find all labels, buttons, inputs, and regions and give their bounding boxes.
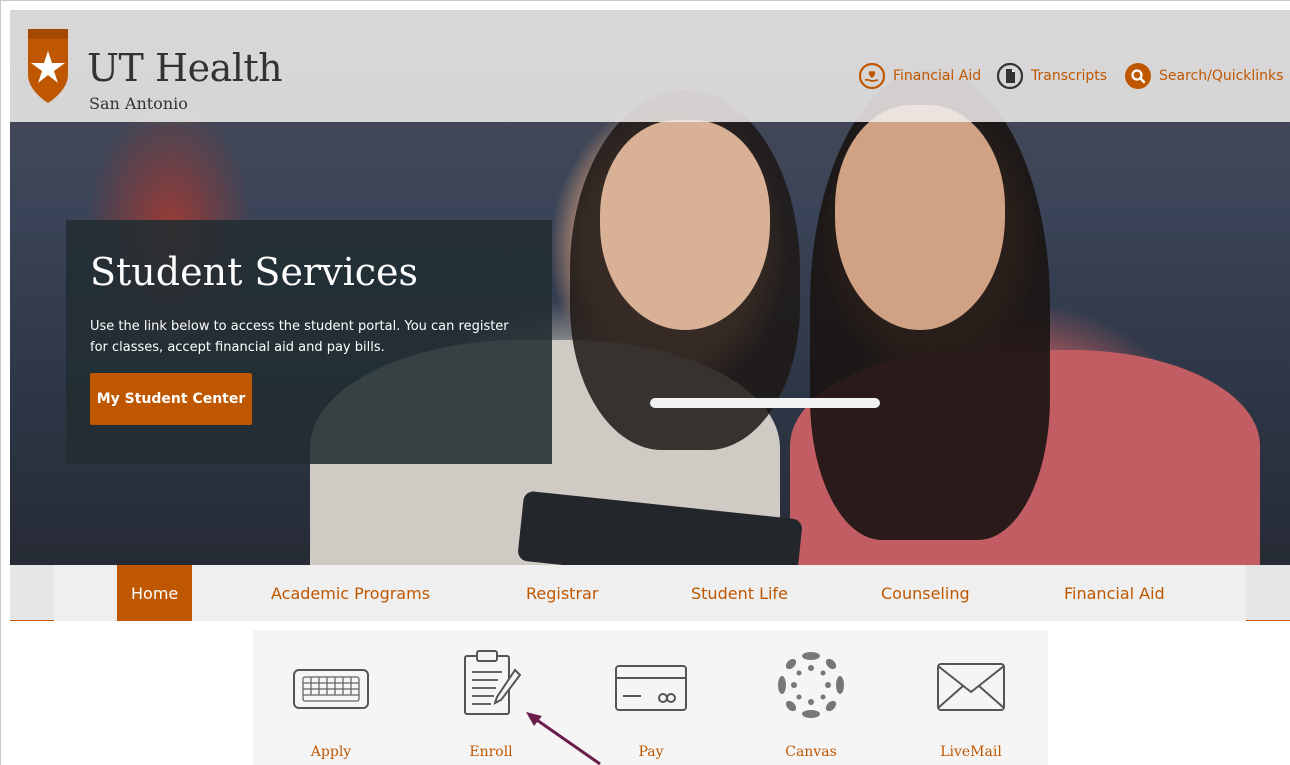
keyboard-icon xyxy=(293,669,369,709)
credit-card-icon xyxy=(615,665,687,711)
transcripts-link[interactable]: Transcripts xyxy=(997,63,1107,89)
photo-shape xyxy=(835,105,1005,330)
nav-item-student-life[interactable]: Student Life xyxy=(691,565,788,621)
nav-item-counseling[interactable]: Counseling xyxy=(881,565,970,621)
photo-shape xyxy=(650,398,880,408)
financial-aid-link[interactable]: Financial Aid xyxy=(859,63,981,89)
main-nav-inner: Home Academic Programs Registrar Student… xyxy=(54,565,1246,621)
envelope-icon xyxy=(937,663,1005,711)
document-icon xyxy=(997,63,1023,89)
hero-description: Use the link below to access the student… xyxy=(90,319,509,355)
annotation-arrow-icon xyxy=(526,712,601,765)
search-quicklinks-label: Search/Quicklinks xyxy=(1159,68,1284,84)
shield-logo-icon[interactable] xyxy=(22,25,74,107)
my-student-center-button[interactable]: My Student Center xyxy=(90,373,252,425)
page-title: Student Services xyxy=(90,250,418,294)
logo-subtitle[interactable]: San Antonio xyxy=(89,94,188,113)
hero-promo-panel: Student Services Use the link below to a… xyxy=(66,220,552,464)
quicklink-label: Pay xyxy=(638,744,664,760)
quicklink-label: LiveMail xyxy=(940,744,1002,760)
quicklink-label: Apply xyxy=(310,744,352,760)
quicklink-canvas[interactable]: Canvas xyxy=(756,652,866,765)
nav-item-financial-aid[interactable]: Financial Aid xyxy=(1064,565,1165,621)
heart-hand-icon xyxy=(859,63,885,89)
nav-item-registrar[interactable]: Registrar xyxy=(526,565,598,621)
quicklink-apply[interactable]: Apply xyxy=(276,660,386,765)
financial-aid-link-label: Financial Aid xyxy=(893,68,982,84)
site-header: UT Health San Antonio Financial Aid Tran… xyxy=(10,10,1290,122)
transcripts-link-label: Transcripts xyxy=(1031,68,1108,84)
quicklink-pay[interactable]: Pay xyxy=(596,660,706,765)
search-quicklinks-link[interactable]: Search/Quicklinks xyxy=(1125,63,1283,89)
nav-item-academic-programs[interactable]: Academic Programs xyxy=(271,565,430,621)
quicklink-label: Canvas xyxy=(785,744,837,760)
quicklinks-panel: Apply Enroll Pay Canvas LiveMail xyxy=(253,630,1048,765)
search-icon xyxy=(1125,63,1151,89)
canvas-icon xyxy=(778,652,844,718)
main-nav: Home Academic Programs Registrar Student… xyxy=(10,565,1290,621)
quicklink-livemail[interactable]: LiveMail xyxy=(916,660,1026,765)
logo-title[interactable]: UT Health xyxy=(87,46,283,90)
clipboard-icon xyxy=(464,650,522,715)
nav-item-home[interactable]: Home xyxy=(117,565,193,621)
photo-shape xyxy=(600,120,770,330)
